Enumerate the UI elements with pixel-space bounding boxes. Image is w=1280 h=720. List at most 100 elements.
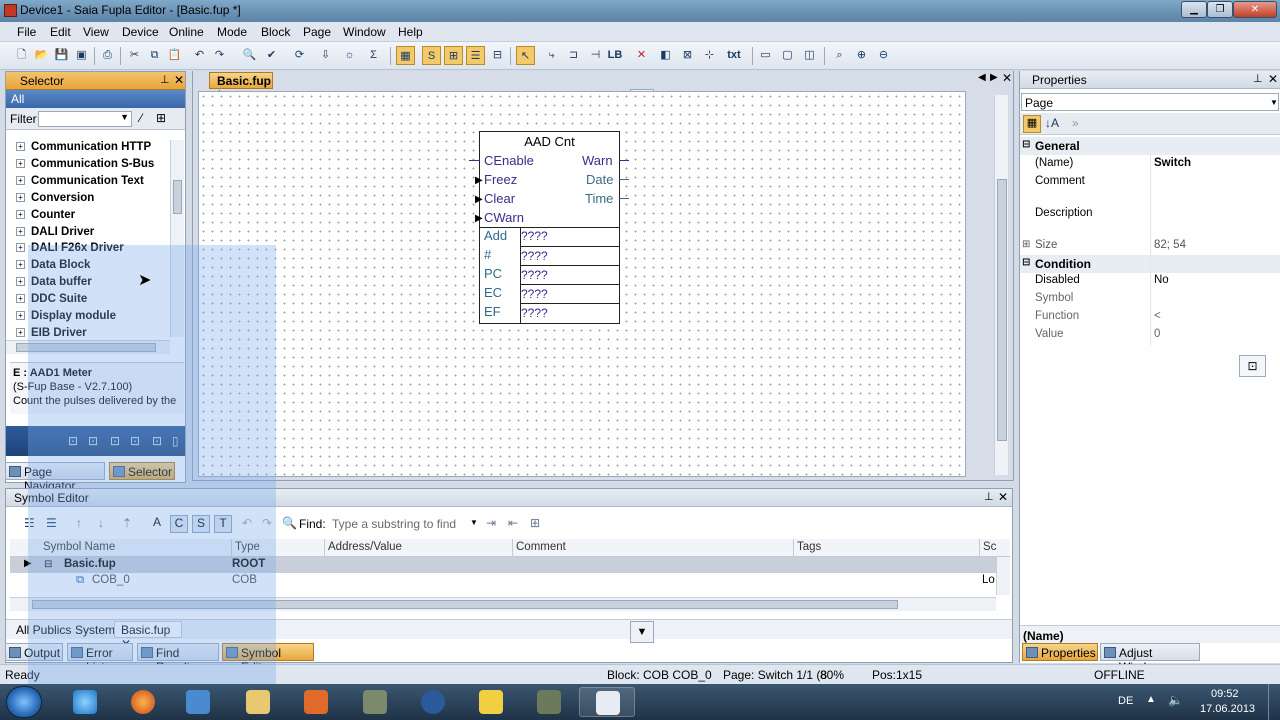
cut-icon[interactable]: ✂: [125, 46, 144, 65]
table-row[interactable]: ⧉ COB_0 COB Lo: [10, 573, 996, 589]
clock-time[interactable]: 09:52: [1211, 688, 1239, 700]
tree-item[interactable]: + Communication HTTP: [16, 141, 151, 153]
filter-input[interactable]: ▼: [38, 111, 132, 127]
param-value[interactable]: ????: [520, 284, 619, 303]
tab-page-navigator[interactable]: Page Navigator: [5, 462, 105, 493]
junction-icon[interactable]: ⊹: [700, 46, 719, 65]
tab-prev-icon[interactable]: ◀: [978, 72, 986, 83]
taskbar-ie[interactable]: [57, 687, 113, 717]
menu-mode[interactable]: Mode: [217, 25, 247, 39]
param-value[interactable]: ????: [520, 227, 619, 246]
tree-item[interactable]: + EIB Driver: [16, 327, 87, 339]
paste-icon[interactable]: 📋: [165, 46, 184, 65]
view-icon[interactable]: ⊡: [152, 434, 162, 448]
column-header[interactable]: Address/Value: [325, 539, 513, 557]
connect-tool-icon[interactable]: ⤷: [542, 46, 561, 65]
view-icon[interactable]: ⊡: [110, 434, 120, 448]
column-header[interactable]: Symbol Name: [40, 539, 232, 557]
filter-t-button[interactable]: T: [214, 515, 232, 533]
filter-options-icon[interactable]: ⊞: [156, 111, 166, 125]
column-header[interactable]: Comment: [513, 539, 794, 557]
taskbar-explorer[interactable]: [230, 687, 286, 717]
menu-device[interactable]: Device: [122, 25, 159, 39]
tab-adjust-window[interactable]: Adjust Window: [1100, 643, 1200, 674]
list-mode-icon[interactable]: ☰: [466, 46, 485, 65]
input-pin[interactable]: CWarn: [484, 210, 524, 225]
tab-symbol-editor[interactable]: Symbol Editor: [222, 643, 314, 674]
spellcheck-icon[interactable]: ✔: [262, 46, 281, 65]
input-pin[interactable]: CEnable: [484, 153, 534, 168]
taskbar-app[interactable]: [521, 687, 577, 717]
column-header[interactable]: Sc: [980, 539, 998, 557]
tree-item[interactable]: + DDC Suite: [16, 293, 87, 305]
page-next-icon[interactable]: ◫: [800, 46, 819, 65]
taskbar-office[interactable]: [288, 687, 344, 717]
find-prev-icon[interactable]: ⇤: [508, 516, 518, 530]
move-down-icon[interactable]: ↓: [98, 516, 104, 530]
text-tool-button[interactable]: txt: [722, 46, 746, 65]
pin-icon[interactable]: ⊥: [160, 73, 170, 86]
undo-icon[interactable]: ↶: [190, 46, 209, 65]
tab-basic-fup[interactable]: Basic.fup *: [209, 72, 273, 102]
restore-button[interactable]: ❐: [1207, 1, 1233, 18]
object-selector[interactable]: Page: [1021, 93, 1279, 111]
sort-icon[interactable]: ⇡: [122, 516, 132, 530]
taskbar-fupla[interactable]: [579, 687, 635, 717]
volume-icon[interactable]: 🔈: [1168, 693, 1183, 707]
page-prev-icon[interactable]: ▭: [756, 46, 775, 65]
param-value[interactable]: ????: [520, 265, 619, 284]
chevron-down-icon[interactable]: ▼: [1270, 98, 1278, 107]
filter-a-button[interactable]: A: [148, 515, 166, 533]
close-button[interactable]: ✕: [1233, 1, 1277, 18]
column-header[interactable]: Tags: [794, 539, 980, 557]
output-pin[interactable]: Warn: [582, 153, 613, 168]
tab-basic-fup-symbols[interactable]: Basic.fup ✕: [114, 621, 182, 651]
selector-vscrollbar[interactable]: [170, 140, 184, 337]
list-view-icon[interactable]: ☷: [24, 516, 35, 530]
search-icon[interactable]: 🔍: [240, 46, 259, 65]
symbol-hscrollbar[interactable]: [10, 597, 996, 611]
editor-vscrollbar[interactable]: [994, 95, 1008, 475]
taskbar-help[interactable]: [463, 687, 519, 717]
taskbar-app[interactable]: [347, 687, 403, 717]
tab-system[interactable]: System: [75, 623, 115, 637]
pointer-tool-icon[interactable]: ↖: [516, 46, 535, 65]
menu-block[interactable]: Block: [261, 25, 290, 39]
tree-item[interactable]: + DALI F26x Driver: [16, 242, 124, 254]
param-value[interactable]: ????: [520, 303, 619, 322]
sym-icon[interactable]: Σ: [364, 46, 383, 65]
connector-tool-icon[interactable]: ⊣: [586, 46, 605, 65]
column-header[interactable]: Type: [232, 539, 325, 557]
page-icon[interactable]: ▢: [778, 46, 797, 65]
minimize-button[interactable]: ▁: [1181, 1, 1207, 18]
app-icon[interactable]: [4, 4, 17, 17]
label-tool-button[interactable]: LB: [604, 46, 626, 65]
input-pin[interactable]: Clear: [484, 191, 515, 206]
grid-mode-icon[interactable]: ⊞: [444, 46, 463, 65]
move-up-icon[interactable]: ↑: [76, 516, 82, 530]
new-file-icon[interactable]: 🗋: [12, 46, 31, 65]
tab-selector[interactable]: Selector: [109, 462, 175, 480]
taskbar-media[interactable]: [170, 687, 226, 717]
line-tool-icon[interactable]: ⊐: [564, 46, 583, 65]
tree-item[interactable]: + Data Block: [16, 259, 90, 271]
sym-mode-icon[interactable]: S: [422, 46, 441, 65]
chevron-down-icon[interactable]: ▼: [120, 112, 129, 122]
selector-hscrollbar[interactable]: [6, 340, 170, 354]
clock-date[interactable]: 17.06.2013: [1200, 703, 1255, 715]
tree-item[interactable]: + Display module: [16, 310, 116, 322]
tab-error-list[interactable]: Error List: [67, 643, 133, 674]
tree-view-icon[interactable]: ☰: [46, 516, 57, 530]
tree-mode-icon[interactable]: ⊟: [488, 46, 507, 65]
menu-file[interactable]: File: [17, 25, 36, 39]
output-pin[interactable]: Date: [586, 172, 613, 187]
expand-icon[interactable]: »: [1072, 116, 1079, 130]
menu-help[interactable]: Help: [398, 25, 423, 39]
tab-all-publics[interactable]: All Publics: [16, 623, 71, 637]
page-down-icon[interactable]: ▼: [630, 621, 654, 643]
tray-arrow-icon[interactable]: ▲: [1146, 694, 1156, 705]
categorized-icon[interactable]: ▦: [1023, 115, 1041, 133]
language-indicator[interactable]: DE: [1118, 695, 1133, 707]
insert-block-icon[interactable]: ◧: [656, 46, 675, 65]
view-icon[interactable]: ⊡: [130, 434, 140, 448]
